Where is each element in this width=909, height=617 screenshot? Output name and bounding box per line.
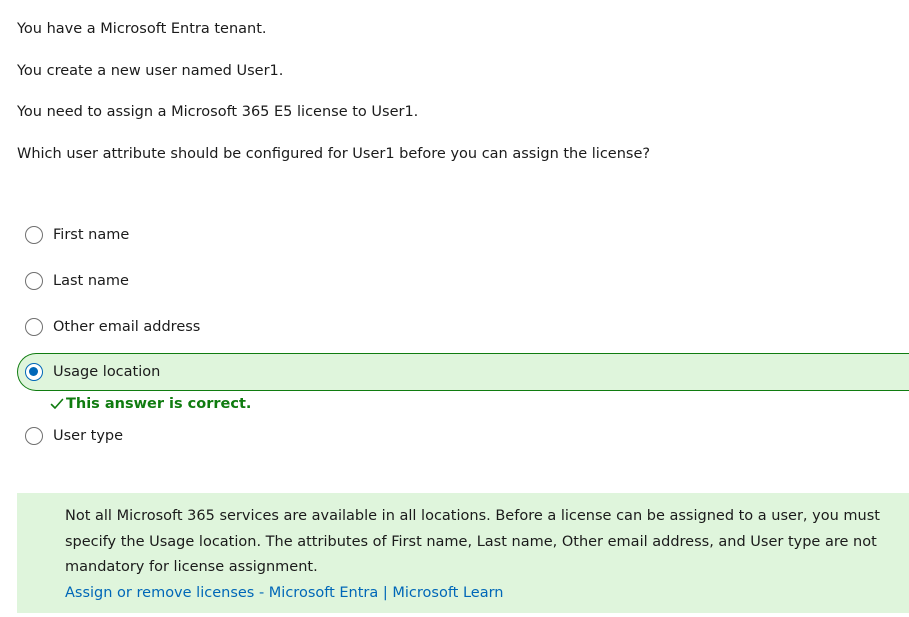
explanation-text: Not all Microsoft 365 services are avail… [65,508,880,575]
question-prompt: Which user attribute should be configure… [17,146,651,162]
option-usage-location[interactable]: Usage location [17,353,909,391]
explanation-panel: Not all Microsoft 365 services are avail… [17,493,909,613]
radio-button[interactable] [25,318,43,336]
option-other-email-address[interactable]: Other email address [17,308,909,346]
option-label: Other email address [53,319,201,335]
reference-link[interactable]: Assign or remove licenses - Microsoft En… [65,581,899,607]
option-label: First name [53,227,130,243]
question-line-1: You have a Microsoft Entra tenant. [17,21,267,37]
question-line-2: You create a new user named User1. [17,63,284,79]
option-last-name[interactable]: Last name [17,262,909,300]
option-label: Usage location [53,364,161,380]
option-user-type[interactable]: User type [17,417,909,455]
checkmark-icon [50,398,64,409]
radio-button[interactable] [25,226,43,244]
radio-button[interactable] [25,427,43,445]
option-label: User type [53,428,124,444]
option-label: Last name [53,273,129,289]
option-first-name[interactable]: First name [17,216,909,254]
question-line-3: You need to assign a Microsoft 365 E5 li… [17,104,419,120]
radio-button-selected[interactable] [25,363,43,381]
feedback-text: This answer is correct. [66,396,252,412]
correct-answer-feedback: This answer is correct. [50,394,251,414]
radio-button[interactable] [25,272,43,290]
